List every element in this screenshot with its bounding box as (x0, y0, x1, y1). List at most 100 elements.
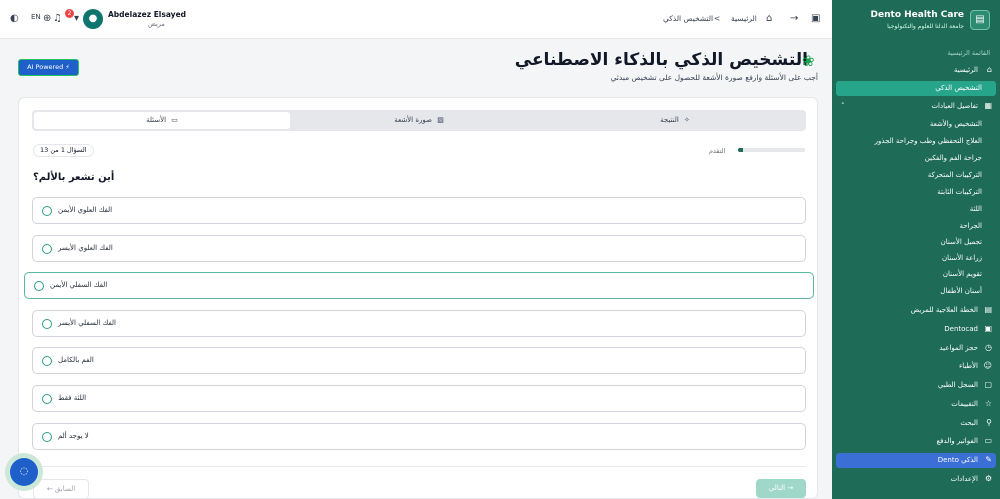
sidebar-item-clinics[interactable]: ˄ ▦ تفاصيل العيادات (832, 99, 1000, 114)
sidebar-item-label: زراعة الأسنان (941, 254, 982, 262)
answer-label: اللثة فقط (58, 394, 87, 402)
lightning-icon: ⚡ (65, 63, 70, 71)
bell-icon[interactable]: ♫ (53, 12, 62, 26)
radio-button[interactable] (42, 319, 52, 329)
sidebar-toggle-icon[interactable]: ▣ (811, 12, 820, 26)
sidebar-subitem[interactable]: تجميل الأسنان (832, 235, 1000, 250)
home-icon[interactable]: ⌂ (766, 12, 772, 26)
answer-label: الفك السفلي الأيمن (50, 281, 108, 289)
answer-option[interactable]: الفك العلوي الأيسر (32, 235, 806, 262)
sidebar-item-doctors[interactable]: ☺ الأطباء (832, 359, 1000, 374)
radio-button[interactable] (42, 206, 52, 216)
sidebar-item-label: الأطباء (958, 362, 978, 370)
plan-icon: ▤ (984, 305, 992, 314)
language-switch[interactable]: EN (31, 13, 41, 21)
sidebar-item-label: حجز المواعيد (939, 344, 978, 352)
answer-option[interactable]: الفم بالكامل (32, 347, 806, 374)
radio-button[interactable] (42, 394, 52, 404)
page-subtitle: أجب على الأسئلة وارفع صورة الأشعة للحصول… (610, 73, 818, 82)
theme-toggle-icon[interactable]: ◐ (10, 12, 19, 26)
tab-questions[interactable]: الأسئلة ▭ (34, 112, 290, 129)
answer-label: الفك السفلي الأيسر (58, 319, 116, 327)
sidebar-item-label: Dentocad (944, 325, 978, 333)
top-bar: ◐ EN ⊕ ♫ 2 ▾ ● Abdelazez Elsayed مريض ال… (0, 0, 832, 39)
progress-bar (738, 148, 805, 152)
answer-label: الفم بالكامل (58, 356, 94, 364)
radio-button[interactable] (42, 432, 52, 442)
sidebar-subitem[interactable]: التشخيص والأشعة (832, 117, 1000, 132)
logo: ▤ (970, 10, 990, 30)
arrow-right-icon[interactable]: → (790, 12, 798, 26)
sidebar-item-settings[interactable]: ⚙ الإعدادات (832, 472, 1000, 487)
chevron-down-icon[interactable]: ▾ (74, 12, 79, 26)
chat-icon: ▭ (171, 116, 178, 124)
question-counter: السؤال 1 من 13 (33, 144, 94, 157)
image-icon: ▨ (437, 116, 444, 124)
sidebar-item-ratings[interactable]: ☆ التقييمات (832, 397, 1000, 412)
answer-option[interactable]: لا يوجد ألم (32, 423, 806, 450)
answer-option[interactable]: الفك السفلي الأيسر (32, 310, 806, 337)
answer-label: الفك العلوي الأيسر (58, 244, 113, 252)
answer-option[interactable]: الفك السفلي الأيمن (24, 272, 814, 299)
radio-button[interactable] (34, 281, 44, 291)
answer-option[interactable]: اللثة فقط (32, 385, 806, 412)
sidebar-item-label: جراحة الفم والفكين (924, 154, 982, 162)
sidebar-subitem[interactable]: اللثة (832, 202, 1000, 217)
sidebar-subitem[interactable]: جراحة الفم والفكين (832, 151, 1000, 166)
breadcrumb-separator: < (714, 14, 721, 23)
user-role: مريض (148, 20, 165, 28)
chat-fab[interactable]: ◌ (5, 453, 43, 491)
sidebar-section-label: القائمة الرئيسية (947, 49, 990, 57)
next-label: التالي (768, 484, 786, 492)
sidebar-item-label: الخطة العلاجية للمريض (910, 306, 978, 314)
page-title: التشخيص الذكي بالذكاء الاصطناعي (514, 50, 808, 70)
globe-icon[interactable]: ⊕ (43, 12, 51, 26)
user-name: Abdelazez Elsayed (108, 10, 187, 19)
answer-option[interactable]: الفك العلوي الأيمن (32, 197, 806, 224)
next-button[interactable]: التالي → (756, 479, 806, 498)
sidebar-item-billing[interactable]: ▭ الفواتير والدفع (832, 434, 1000, 449)
sidebar-subitem[interactable]: التركيبات الثابتة (832, 185, 1000, 200)
tab-result[interactable]: النتيجة ✧ (547, 112, 803, 129)
ai-icon: ✎ (985, 455, 992, 464)
clinic-icon: ▦ (984, 101, 992, 110)
clock-icon: ◷ (985, 343, 992, 352)
radio-button[interactable] (42, 244, 52, 254)
billing-icon: ▭ (984, 436, 992, 445)
sidebar-subitem[interactable]: الجراحة (832, 219, 1000, 234)
sidebar-subitem[interactable]: زراعة الأسنان (832, 251, 1000, 266)
cad-icon: ▣ (984, 324, 992, 333)
sidebar-item-label: Dento الذكي (937, 456, 978, 464)
sidebar-item-label: الرئيسية (953, 66, 978, 74)
sidebar-item-appointments[interactable]: ◷ حجز المواعيد (832, 341, 1000, 356)
sidebar-item-medical-record[interactable]: ▢ السجل الطبي (832, 378, 1000, 393)
previous-button[interactable]: ← السابق (33, 479, 89, 499)
sidebar-item-treatment-plan[interactable]: ▤ الخطة العلاجية للمريض (832, 303, 1000, 318)
brand-title: Dento Health Care (870, 10, 964, 20)
avatar[interactable]: ● (83, 9, 103, 29)
sidebar-item-home[interactable]: ⌂ الرئيسية (832, 63, 1000, 78)
ai-powered-button[interactable]: AI Powered ⚡ (18, 59, 79, 76)
chevron-up-icon[interactable]: ˄ (841, 102, 845, 110)
sidebar-item-search[interactable]: ⚲ البحث (832, 416, 1000, 431)
sidebar-subitem[interactable]: العلاج التحفظي وطب وجراحة الجذور (832, 134, 1000, 149)
sidebar-item-dentocad[interactable]: ▣ Dentocad (832, 322, 1000, 337)
answer-label: لا يوجد ألم (58, 432, 89, 440)
breadcrumb-home[interactable]: الرئيسية (731, 14, 757, 23)
sidebar-item-dento-ai[interactable]: ✎ Dento الذكي (836, 453, 996, 468)
sidebar-subitem[interactable]: تقويم الأسنان (832, 267, 1000, 282)
sidebar-item-label: الإعدادات (950, 475, 978, 483)
sidebar-subitem[interactable]: أسنان الأطفال (832, 284, 1000, 299)
tab-label: صورة الأشعة (394, 116, 432, 124)
sidebar-subitem[interactable]: التركيبات المتحركة (832, 168, 1000, 183)
arrow-left-icon: ← (46, 485, 53, 493)
tab-label: النتيجة (660, 116, 679, 124)
progress-label: التقدم (709, 147, 726, 155)
sidebar-item-label: الجراحة (959, 222, 982, 230)
tab-xray[interactable]: صورة الأشعة ▨ (291, 112, 547, 129)
settings-icon: ⚙ (984, 474, 992, 483)
sidebar-item-label: العلاج التحفظي وطب وجراحة الجذور (874, 137, 982, 145)
notification-badge: 2 (65, 9, 74, 18)
sidebar-item-smart-diagnosis[interactable]: التشخيص الذكي (836, 81, 996, 96)
radio-button[interactable] (42, 356, 52, 366)
